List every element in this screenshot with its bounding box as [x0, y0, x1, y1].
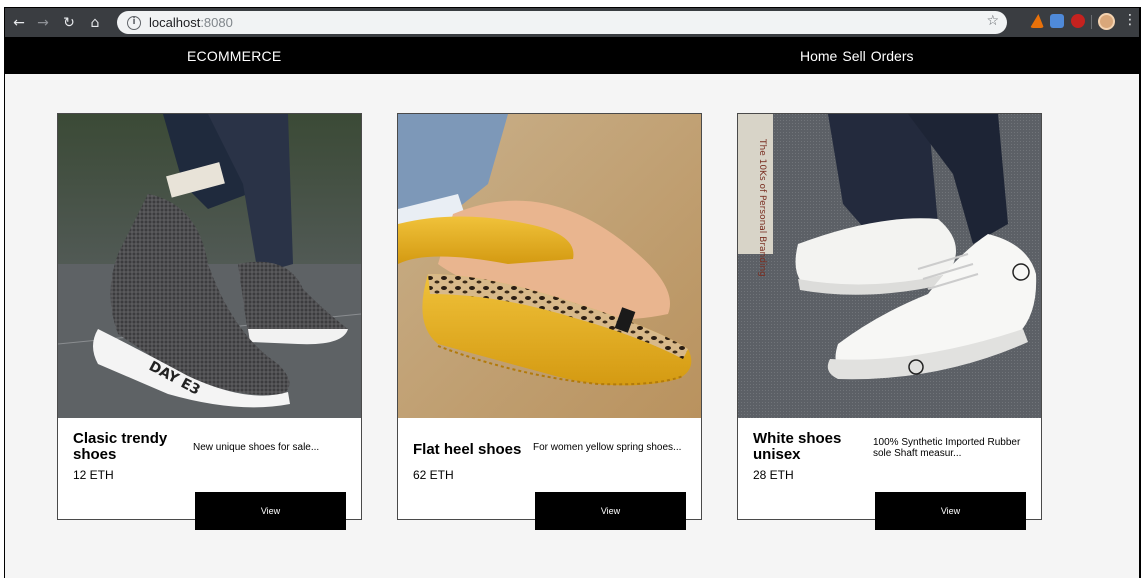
- nav-link-orders[interactable]: Orders: [871, 48, 914, 64]
- profile-avatar[interactable]: [1098, 13, 1115, 30]
- home-icon[interactable]: ⌂: [85, 13, 105, 33]
- product-price: 62 ETH: [413, 468, 454, 482]
- product-card: The 10Ks of Personal Branding White shoe…: [737, 113, 1042, 530]
- view-product-button[interactable]: View: [875, 492, 1026, 530]
- product-description: 100% Synthetic Imported Rubber sole Shaf…: [873, 437, 1021, 459]
- nav-link-home[interactable]: Home: [800, 48, 837, 64]
- svg-text:The 10Ks of Personal Branding: The 10Ks of Personal Branding: [757, 138, 767, 277]
- nav-link-sell[interactable]: Sell: [842, 48, 865, 64]
- address-bar[interactable]: i localhost:8080 ☆: [117, 11, 1007, 34]
- app-header: ECOMMERCE Home Sell Orders: [5, 37, 1139, 74]
- product-card: Flat heel shoes 62 ETH For women yellow …: [397, 113, 702, 530]
- view-product-button[interactable]: View: [195, 492, 346, 530]
- url-text: localhost:8080: [149, 15, 233, 30]
- top-navigation: Home Sell Orders: [800, 48, 914, 64]
- view-product-button[interactable]: View: [535, 492, 686, 530]
- product-listing-page: DAY E3 Clasic trendy shoes 12 ETH New un…: [5, 74, 1139, 578]
- product-price: 28 ETH: [753, 468, 794, 482]
- translate-extension-icon[interactable]: [1050, 14, 1064, 28]
- product-description: For women yellow spring shoes...: [533, 442, 682, 453]
- back-arrow-icon[interactable]: ←: [9, 13, 29, 33]
- toolbar-divider: [1091, 15, 1092, 29]
- browser-menu-icon[interactable]: ⋮: [1123, 12, 1137, 28]
- product-title[interactable]: Clasic trendy shoes: [73, 431, 183, 463]
- ublock-extension-icon[interactable]: [1071, 14, 1085, 28]
- forward-arrow-icon[interactable]: →: [33, 13, 53, 33]
- metamask-extension-icon[interactable]: [1030, 14, 1044, 28]
- product-title[interactable]: Flat heel shoes: [413, 442, 538, 458]
- product-image-white-sneaker[interactable]: The 10Ks of Personal Branding: [738, 114, 1041, 418]
- bookmark-star-icon[interactable]: ☆: [986, 13, 999, 29]
- product-title[interactable]: White shoes unisex: [753, 431, 873, 463]
- product-description: New unique shoes for sale...: [193, 442, 320, 453]
- product-image-yellow-loafer[interactable]: [398, 114, 701, 418]
- product-card: DAY E3 Clasic trendy shoes 12 ETH New un…: [57, 113, 362, 530]
- product-image-grey-sneaker[interactable]: DAY E3: [58, 114, 361, 418]
- brand-logo-text[interactable]: ECOMMERCE: [187, 48, 281, 64]
- info-icon[interactable]: i: [127, 15, 141, 30]
- product-price: 12 ETH: [73, 468, 114, 482]
- browser-toolbar: ← → ↻ ⌂ i localhost:8080 ☆ ⋮: [5, 8, 1139, 37]
- reload-icon[interactable]: ↻: [59, 13, 79, 33]
